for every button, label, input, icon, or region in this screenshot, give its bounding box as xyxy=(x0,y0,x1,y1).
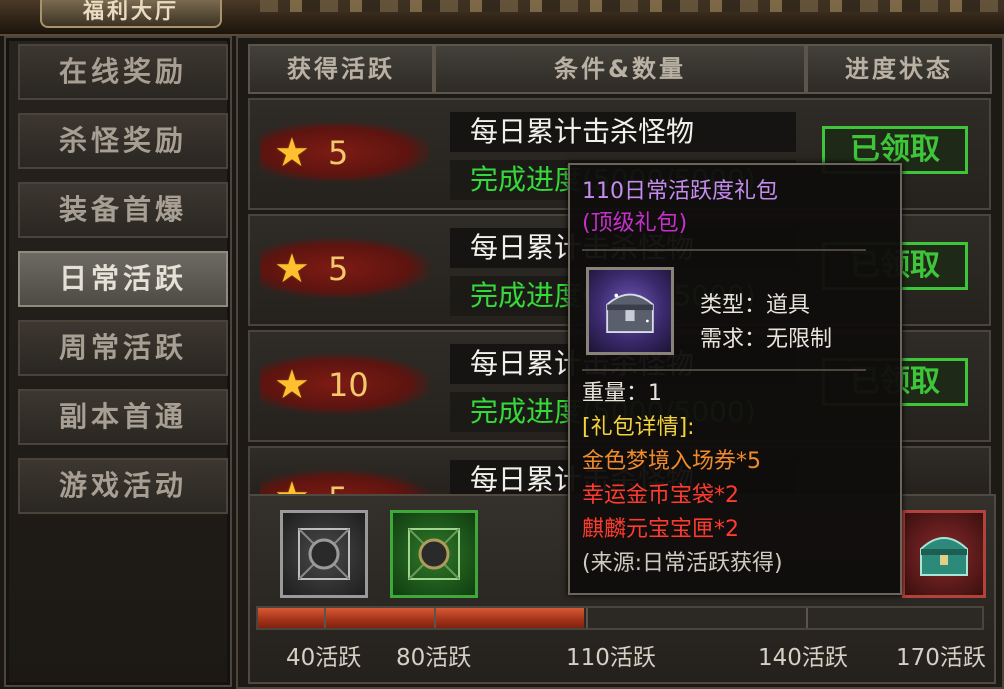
sidebar-item-game-events[interactable]: 游戏活动 xyxy=(18,458,228,514)
milestone-label: 140活跃 xyxy=(758,645,848,671)
sidebar: 在线奖励 杀怪奖励 装备首爆 日常活跃 周常活跃 副本首通 游戏活动 xyxy=(4,36,232,687)
sidebar-item-dungeon-first-clear[interactable]: 副本首通 xyxy=(18,389,228,445)
green-chest-icon[interactable] xyxy=(390,510,478,598)
sidebar-item-weekly-activity[interactable]: 周常活跃 xyxy=(18,320,228,376)
sidebar-item-first-drop[interactable]: 装备首爆 xyxy=(18,182,228,238)
sidebar-item-daily-activity[interactable]: 日常活跃 xyxy=(18,251,228,307)
sidebar-item-online-reward[interactable]: 在线奖励 xyxy=(18,44,228,100)
star-icon: ★ xyxy=(274,246,310,292)
activity-points: 5 xyxy=(328,474,348,494)
tooltip-details-header: [礼包详情]: xyxy=(582,415,695,440)
banner-decoration xyxy=(260,0,1004,12)
treasure-chest-icon xyxy=(586,267,674,355)
milestone-divider xyxy=(806,608,808,628)
activity-points: 5 xyxy=(328,134,349,172)
star-icon: ★ xyxy=(274,474,310,494)
header-progress-status: 进度状态 xyxy=(806,44,992,94)
milestone-label: 170活跃 xyxy=(896,645,986,671)
milestone-label: 80活跃 xyxy=(396,645,472,671)
item-tooltip: 110日常活跃度礼包 (顶级礼包) 类型：道具 需求：无限制 重量：1 [礼包详… xyxy=(568,163,902,595)
tooltip-source: (来源:日常活跃获得) xyxy=(582,551,783,576)
tooltip-weight: 重量：1 xyxy=(582,381,662,406)
sidebar-item-kill-reward[interactable]: 杀怪奖励 xyxy=(18,113,228,169)
silver-chest-icon[interactable] xyxy=(280,510,368,598)
milestone-divider xyxy=(586,608,588,628)
milestone-label: 40活跃 xyxy=(286,645,362,671)
tooltip-subtitle: (顶级礼包) xyxy=(582,211,688,236)
tooltip-title: 110日常活跃度礼包 xyxy=(582,179,778,204)
activity-progress-bar xyxy=(256,606,984,630)
activity-points: 10 xyxy=(328,366,369,404)
activity-points: 5 xyxy=(328,250,349,288)
header-condition-quantity: 条件&数量 xyxy=(434,44,806,94)
tooltip-reward-item: 幸运金币宝袋*2 xyxy=(582,483,739,508)
window-title: 福利大厅 xyxy=(40,0,222,28)
star-icon: ★ xyxy=(274,362,310,408)
header-activity-points: 获得活跃 xyxy=(248,44,434,94)
milestone-label: 110活跃 xyxy=(566,645,656,671)
tooltip-requirement: 需求：无限制 xyxy=(700,327,833,352)
tooltip-divider xyxy=(582,369,866,371)
tooltip-reward-item: 金色梦境入场券*5 xyxy=(582,449,761,474)
tooltip-reward-item: 麒麟元宝宝匣*2 xyxy=(582,517,739,542)
task-name: 每日累计击杀怪物 xyxy=(450,112,796,152)
activity-progress-fill xyxy=(258,608,584,628)
star-icon: ★ xyxy=(274,130,310,176)
jade-chest-icon[interactable] xyxy=(902,510,986,598)
tooltip-divider xyxy=(582,249,866,251)
tooltip-type: 类型：道具 xyxy=(700,293,811,318)
milestone-divider xyxy=(324,608,326,628)
milestone-divider xyxy=(434,608,436,628)
